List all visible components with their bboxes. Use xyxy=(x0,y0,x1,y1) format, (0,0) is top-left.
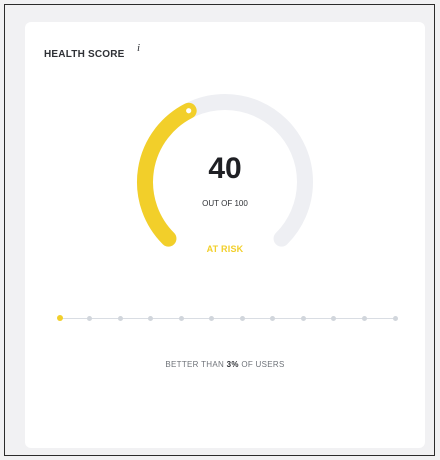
scale-dot xyxy=(178,316,184,321)
comparison-prefix: BETTER THAN xyxy=(165,360,225,369)
gauge-knob xyxy=(184,106,194,116)
scale-dot xyxy=(392,316,398,321)
risk-status: AT RISK xyxy=(206,244,244,254)
scale-dot xyxy=(270,316,276,321)
scale-dot xyxy=(331,316,337,321)
score-max-label: OUT OF 100 xyxy=(202,199,248,208)
comparison-suffix: OF USERS xyxy=(241,360,285,369)
card-title: HEALTH SCORE xyxy=(44,49,125,60)
score-value: 40 xyxy=(208,152,242,185)
scale-dot xyxy=(117,316,123,321)
scale-dot xyxy=(300,316,306,321)
scale-line xyxy=(59,318,395,319)
scale-dot xyxy=(148,316,154,321)
score-scale xyxy=(47,314,407,324)
scale-dot-active xyxy=(56,315,63,321)
info-icon[interactable]: i xyxy=(137,42,140,54)
comparison-text: BETTER THAN 3% OF USERS xyxy=(25,360,425,369)
scale-dot xyxy=(209,316,215,321)
window-frame: HEALTH SCORE i 40 OUT OF 100 AT RISK BET… xyxy=(4,4,435,456)
scale-dot xyxy=(239,316,245,321)
scale-dot xyxy=(87,316,93,321)
health-score-card: HEALTH SCORE i 40 OUT OF 100 AT RISK BET… xyxy=(25,22,425,448)
scale-dot xyxy=(361,316,367,321)
comparison-value: 3% xyxy=(226,360,239,369)
